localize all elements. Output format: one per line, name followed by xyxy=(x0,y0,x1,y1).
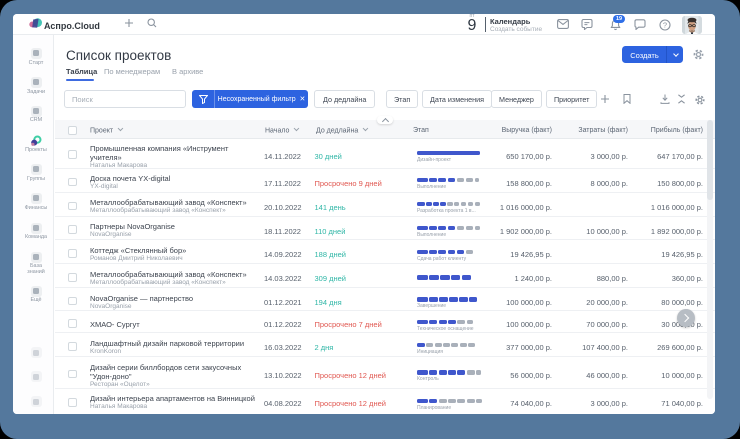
svg-text:?: ? xyxy=(663,21,667,30)
